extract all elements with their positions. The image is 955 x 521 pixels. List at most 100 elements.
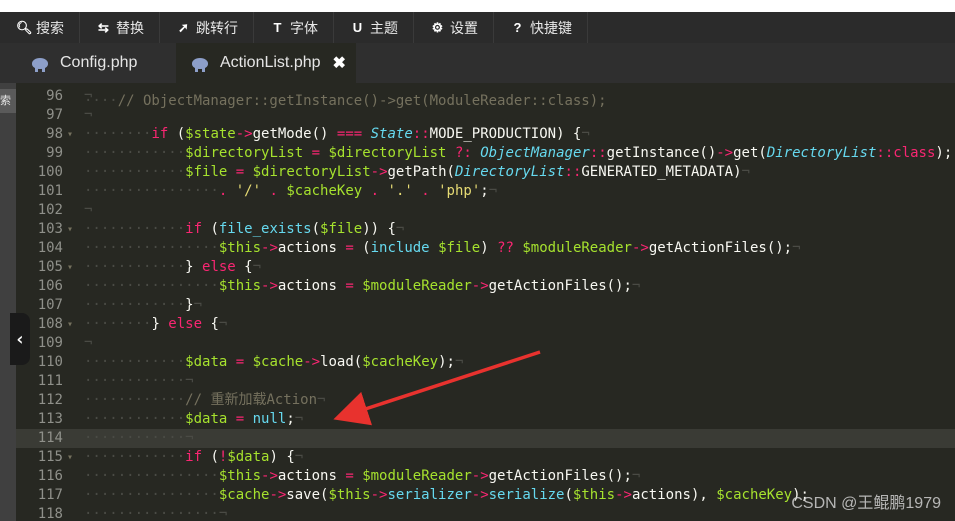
toolbar-button-label: 主题 (370, 19, 398, 36)
search-icon: 🔍︎ (16, 19, 33, 35)
code-text: ················. '/' . $cacheKey . '.' … (84, 183, 498, 199)
watermark-text: CSDN @王鲲鹏1979 (791, 495, 941, 512)
code-text: ········if ($state->getMode() === State:… (84, 126, 590, 142)
code-text: ················$this->actions = (includ… (84, 240, 801, 256)
goto-line-icon: ➚ (178, 19, 189, 35)
code-line[interactable]: 107 ············}¬ (16, 296, 955, 315)
code-line[interactable]: 97 ¬ (16, 106, 955, 125)
code-line[interactable]: 96 ¬ (16, 87, 955, 106)
editor-toolbar: 🔍︎ 搜索 ⇆ 替换 ➚ 跳转行 T 字体 U 主题 ⚙ 设置? 快捷键 (0, 12, 955, 44)
toolbar-button-3[interactable]: T 字体 (254, 12, 334, 43)
code-line[interactable]: 99 ············$directoryList = $director… (16, 144, 955, 163)
toolbar-button-label: 替换 (116, 19, 144, 36)
code-line[interactable]: 109 ¬ (16, 334, 955, 353)
php-elephant-icon (32, 57, 48, 72)
line-number: 101 (37, 183, 63, 199)
code-line[interactable]: 115 ▾ ············if (!$data) {¬ (16, 448, 955, 467)
fold-toggle-icon[interactable]: ▾ (64, 125, 76, 144)
code-line[interactable]: 100 ············$file = $directoryList->g… (16, 163, 955, 182)
code-line[interactable]: 105 ▾ ············} else {¬ (16, 258, 955, 277)
fold-toggle-icon[interactable]: ▾ (64, 220, 76, 239)
line-number: 103 (37, 221, 63, 237)
line-number: 104 (37, 240, 63, 256)
code-line[interactable]: 111 ············¬ (16, 372, 955, 391)
line-number: 115 (37, 449, 63, 465)
code-text: ················¬ (84, 506, 228, 521)
code-text: ············} else {¬ (84, 259, 262, 275)
toolbar-button-5[interactable]: ⚙ 设置 (414, 12, 494, 43)
code-line[interactable]: 114 ············¬ (16, 429, 955, 448)
code-line[interactable]: 108 ▾ ········} else {¬ (16, 315, 955, 334)
line-number: 99 (46, 145, 63, 161)
toolbar-button-label: 跳转行 (196, 19, 238, 36)
line-number: 98 (46, 126, 63, 142)
code-text: ················$this->actions = $module… (84, 468, 641, 484)
fold-toggle-icon[interactable]: ▾ (64, 315, 76, 334)
window-top-strip (0, 0, 955, 12)
code-line[interactable]: 110 ············$data = $cache->load($cac… (16, 353, 955, 372)
line-number: 116 (37, 468, 63, 484)
line-number: 105 (37, 259, 63, 275)
toolbar-button-label: 搜索 (36, 19, 64, 36)
fold-toggle-icon[interactable]: ▾ (64, 448, 76, 467)
code-text: ¬ (84, 202, 93, 218)
replace-icon: ⇆ (98, 19, 109, 35)
code-text: ¬ (84, 107, 93, 123)
code-line[interactable]: 116 ················$this->actions = $mod… (16, 467, 955, 486)
font-icon: T (273, 20, 282, 35)
code-line[interactable]: 98 ▾ ········if ($state->getMode() === Sta… (16, 125, 955, 144)
line-number: 117 (37, 487, 63, 503)
sidebar-search-label[interactable]: 索 (0, 89, 16, 113)
line-number: 97 (46, 107, 63, 123)
code-line[interactable]: 101 ················. '/' . $cacheKey . '… (16, 182, 955, 201)
line-number: 111 (37, 373, 63, 389)
tab-label: ActionList.php (220, 54, 321, 71)
code-text: ¬ (84, 88, 93, 104)
code-text: ············if (!$data) {¬ (84, 449, 304, 465)
code-text: ············$data = $cache->load($cacheK… (84, 354, 464, 370)
code-text: ············$data = null;¬ (84, 411, 304, 427)
code-line[interactable]: 104 ················$this->actions = (inc… (16, 239, 955, 258)
chevron-left-icon[interactable]: ‹ (10, 313, 30, 365)
toolbar-button-2[interactable]: ➚ 跳转行 (160, 12, 254, 43)
toolbar-button-label: 快捷键 (530, 19, 572, 36)
toolbar-button-6[interactable]: ? 快捷键 (494, 12, 588, 43)
code-line[interactable]: 112 ············// 重新加载Action¬ (16, 391, 955, 410)
toolbar-button-label: 字体 (290, 19, 318, 36)
tab-actionlist-php[interactable]: ActionList.php ✖ (176, 43, 356, 83)
code-text: ················$this->actions = $module… (84, 278, 641, 294)
php-elephant-icon (192, 57, 208, 72)
help-icon: ? (513, 20, 522, 35)
line-number: 106 (37, 278, 63, 294)
fold-toggle-icon[interactable]: ▾ (64, 258, 76, 277)
theme-icon: U (352, 20, 363, 35)
toolbar-button-1[interactable]: ⇆ 替换 (80, 12, 160, 43)
toolbar-button-0[interactable]: 🔍︎ 搜索 (0, 12, 80, 43)
code-line[interactable]: 113 ············$data = null;¬ (16, 410, 955, 429)
line-number: 96 (46, 88, 63, 104)
line-number: 102 (37, 202, 63, 218)
gear-icon: ⚙ (431, 19, 444, 35)
left-panel: 索 (0, 83, 16, 521)
code-line[interactable]: 102 ¬ (16, 201, 955, 220)
toolbar-button-4[interactable]: U 主题 (334, 12, 414, 43)
code-line[interactable]: 103 ▾ ············if (file_exists($file)) … (16, 220, 955, 239)
line-number: 114 (37, 430, 63, 446)
tab-config-php[interactable]: Config.php (32, 43, 172, 83)
line-number: 100 (37, 164, 63, 180)
line-number: 118 (37, 506, 63, 521)
code-text: ············if (file_exists($file)) {¬ (84, 221, 405, 237)
code-text: ········} else {¬ (84, 316, 228, 332)
code-text: ················$cache->save($this->seri… (84, 487, 809, 503)
code-text: ············¬ (84, 373, 194, 389)
code-text: ············// 重新加载Action¬ (84, 392, 326, 408)
close-icon[interactable]: ✖ (333, 53, 346, 73)
code-text: ············}¬ (84, 297, 203, 313)
code-editor[interactable]: ····// ObjectManager::getInstance()->get… (16, 83, 955, 521)
line-number: 112 (37, 392, 63, 408)
code-text: ············$file = $directoryList->getP… (84, 164, 750, 180)
code-text: ¬ (84, 335, 93, 351)
code-line[interactable]: 106 ················$this->actions = $mod… (16, 277, 955, 296)
tab-label: Config.php (60, 54, 138, 71)
toolbar-button-label: 设置 (450, 19, 478, 36)
